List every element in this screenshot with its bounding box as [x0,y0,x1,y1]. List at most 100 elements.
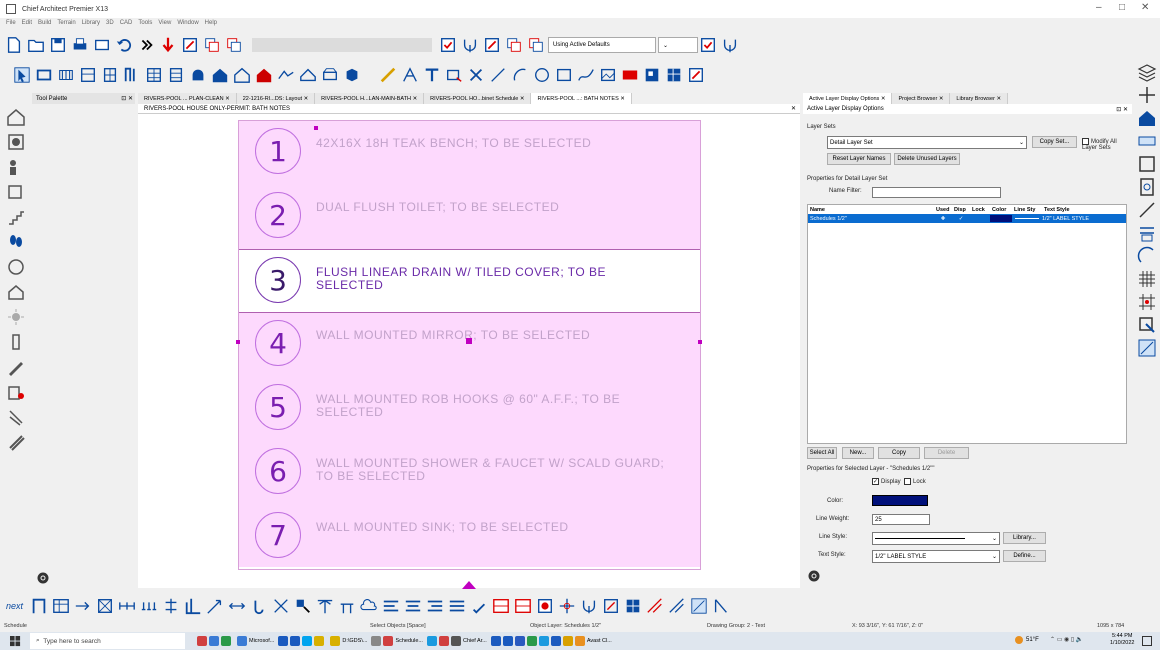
roof-icon[interactable] [232,65,252,85]
schedule-text-icon[interactable] [491,596,511,616]
transform-2-icon[interactable] [526,35,546,55]
text-icon[interactable] [422,65,442,85]
color-swatch[interactable] [990,215,1012,222]
appliance-icon[interactable] [4,255,28,279]
tab-cabinet-schedule[interactable]: RIVERS-POOL HO...binet Schedule ✕ [424,93,532,104]
copy-set-button[interactable]: Copy Set... [1032,136,1077,148]
transform-icon[interactable] [224,35,244,55]
align-right-icon[interactable] [425,596,445,616]
menu-cad[interactable]: CAD [120,20,133,32]
down-arrow-icon[interactable] [158,35,178,55]
pen-tool-icon[interactable] [4,355,28,379]
ungroup-icon[interactable] [623,596,643,616]
name-filter-input[interactable] [872,187,1001,198]
layer-table[interactable]: Name Used Disp Lock Color Line Sty Text … [807,204,1127,444]
tool-palette-controls[interactable]: ⊡ ✕ [121,95,133,102]
checkbox-icon[interactable] [438,35,458,55]
dimension-string-icon[interactable] [117,596,137,616]
tab-layout[interactable]: 22-1216-RI...DS: Layout ✕ [236,93,316,104]
tab-project-browser[interactable]: Project Browser ✕ [892,93,951,104]
footprint-icon[interactable] [4,230,28,254]
dimension-tool-icon[interactable] [1136,222,1158,244]
menu-tools[interactable]: Tools [138,20,152,32]
taskbar-search[interactable]: ⌕ Type here to search [30,633,185,649]
col-used[interactable]: Used [936,207,954,213]
fixture-icon[interactable] [188,65,208,85]
align-left-icon[interactable] [381,596,401,616]
stretch-icon[interactable] [315,596,335,616]
copy-paste-2-icon[interactable] [504,35,524,55]
minimize-button[interactable]: – [1096,2,1102,13]
arrow-line-icon[interactable] [73,596,93,616]
selection-handle[interactable] [698,340,702,344]
layer-color-button[interactable] [872,495,928,506]
panel-controls[interactable]: ⊡ ✕ [1116,106,1128,113]
menu-window[interactable]: Window [177,20,198,32]
spell-check-icon[interactable] [469,596,489,616]
taskbar-app[interactable]: Schedule... [371,634,423,648]
mailbox-icon[interactable] [4,280,28,304]
picture-icon[interactable] [598,65,618,85]
notification-icon[interactable] [1142,636,1152,646]
schedule-number-icon[interactable] [513,596,533,616]
close-icon[interactable]: ✕ [413,96,418,102]
menu-3d[interactable]: 3D [106,20,114,32]
menu-edit[interactable]: Edit [22,20,32,32]
next-button[interactable]: next [6,601,23,611]
refresh-icon[interactable] [1136,130,1158,152]
menu-terrain[interactable]: Terrain [57,20,75,32]
layer-set-select[interactable]: Detail Layer Set ⌄ [827,136,1027,149]
display-check-icon[interactable]: ✓ [952,216,970,222]
tab-library-browser[interactable]: Library Browser ✕ [950,93,1009,104]
text-style-select[interactable]: 1/2" LABEL STYLE ⌄ [872,550,1000,563]
terrain-icon[interactable] [276,65,296,85]
text-arrow-icon[interactable] [400,65,420,85]
menu-library[interactable]: Library [82,20,100,32]
angle-snap-icon[interactable] [1136,337,1158,359]
close-x-icon[interactable] [466,65,486,85]
distribute-icon[interactable] [139,596,159,616]
menu-view[interactable]: View [158,20,171,32]
selection-handle[interactable] [314,126,318,130]
col-name[interactable]: Name [810,207,936,213]
gear-icon[interactable] [807,569,821,583]
reference-line-icon[interactable] [1136,199,1158,221]
close-icon[interactable]: ✕ [225,96,230,102]
chamfer-icon[interactable] [667,596,687,616]
note-row[interactable]: 2 DUAL FLUSH TOILET; TO BE SELECTED [239,185,700,249]
tab-main-bath[interactable]: RIVERS-POOL H...LAN-MAIN-BATH ✕ [315,93,425,104]
menu-file[interactable]: File [6,20,16,32]
table-icon[interactable] [51,596,71,616]
weather-widget[interactable]: 51°F [1015,636,1039,644]
col-color[interactable]: Color [992,207,1014,213]
reflect-icon[interactable] [271,596,291,616]
taskbar-app[interactable]: D:\GDS\... [330,634,367,648]
align-center-icon[interactable] [403,596,423,616]
note-row[interactable]: 7 WALL MOUNTED SINK; TO BE SELECTED [239,505,700,567]
library-button[interactable]: Library... [1003,532,1046,544]
layer-icon[interactable] [460,35,480,55]
resize-icon[interactable] [293,596,313,616]
cloud-icon[interactable] [359,596,379,616]
group-icon[interactable] [601,596,621,616]
note-row[interactable]: 5 WALL MOUNTED ROB HOOKS @ 60" A.F.F.; TO… [239,377,700,441]
railing-icon[interactable] [56,65,76,85]
new-plan-icon[interactable] [4,35,24,55]
close-button[interactable]: ✕ [1141,2,1149,13]
schedule-edit-icon[interactable] [686,65,706,85]
callout-icon[interactable] [444,65,464,85]
camera-view-icon[interactable] [4,130,28,154]
fixture-symbol-icon[interactable] [579,596,599,616]
layer-stack-icon[interactable] [1136,61,1158,83]
bars-icon[interactable] [183,596,203,616]
cabinet-icon[interactable] [78,65,98,85]
more-icon[interactable] [136,35,156,55]
layer-2-icon[interactable] [720,35,740,55]
frame-icon[interactable] [29,596,49,616]
triangle-handle-icon[interactable] [462,581,476,589]
edit-object-2-icon[interactable] [482,35,502,55]
dimension-icon[interactable] [378,65,398,85]
rectangle-icon[interactable] [554,65,574,85]
checkbox-icon[interactable] [1082,138,1089,145]
slash-tool-icon[interactable] [4,430,28,454]
